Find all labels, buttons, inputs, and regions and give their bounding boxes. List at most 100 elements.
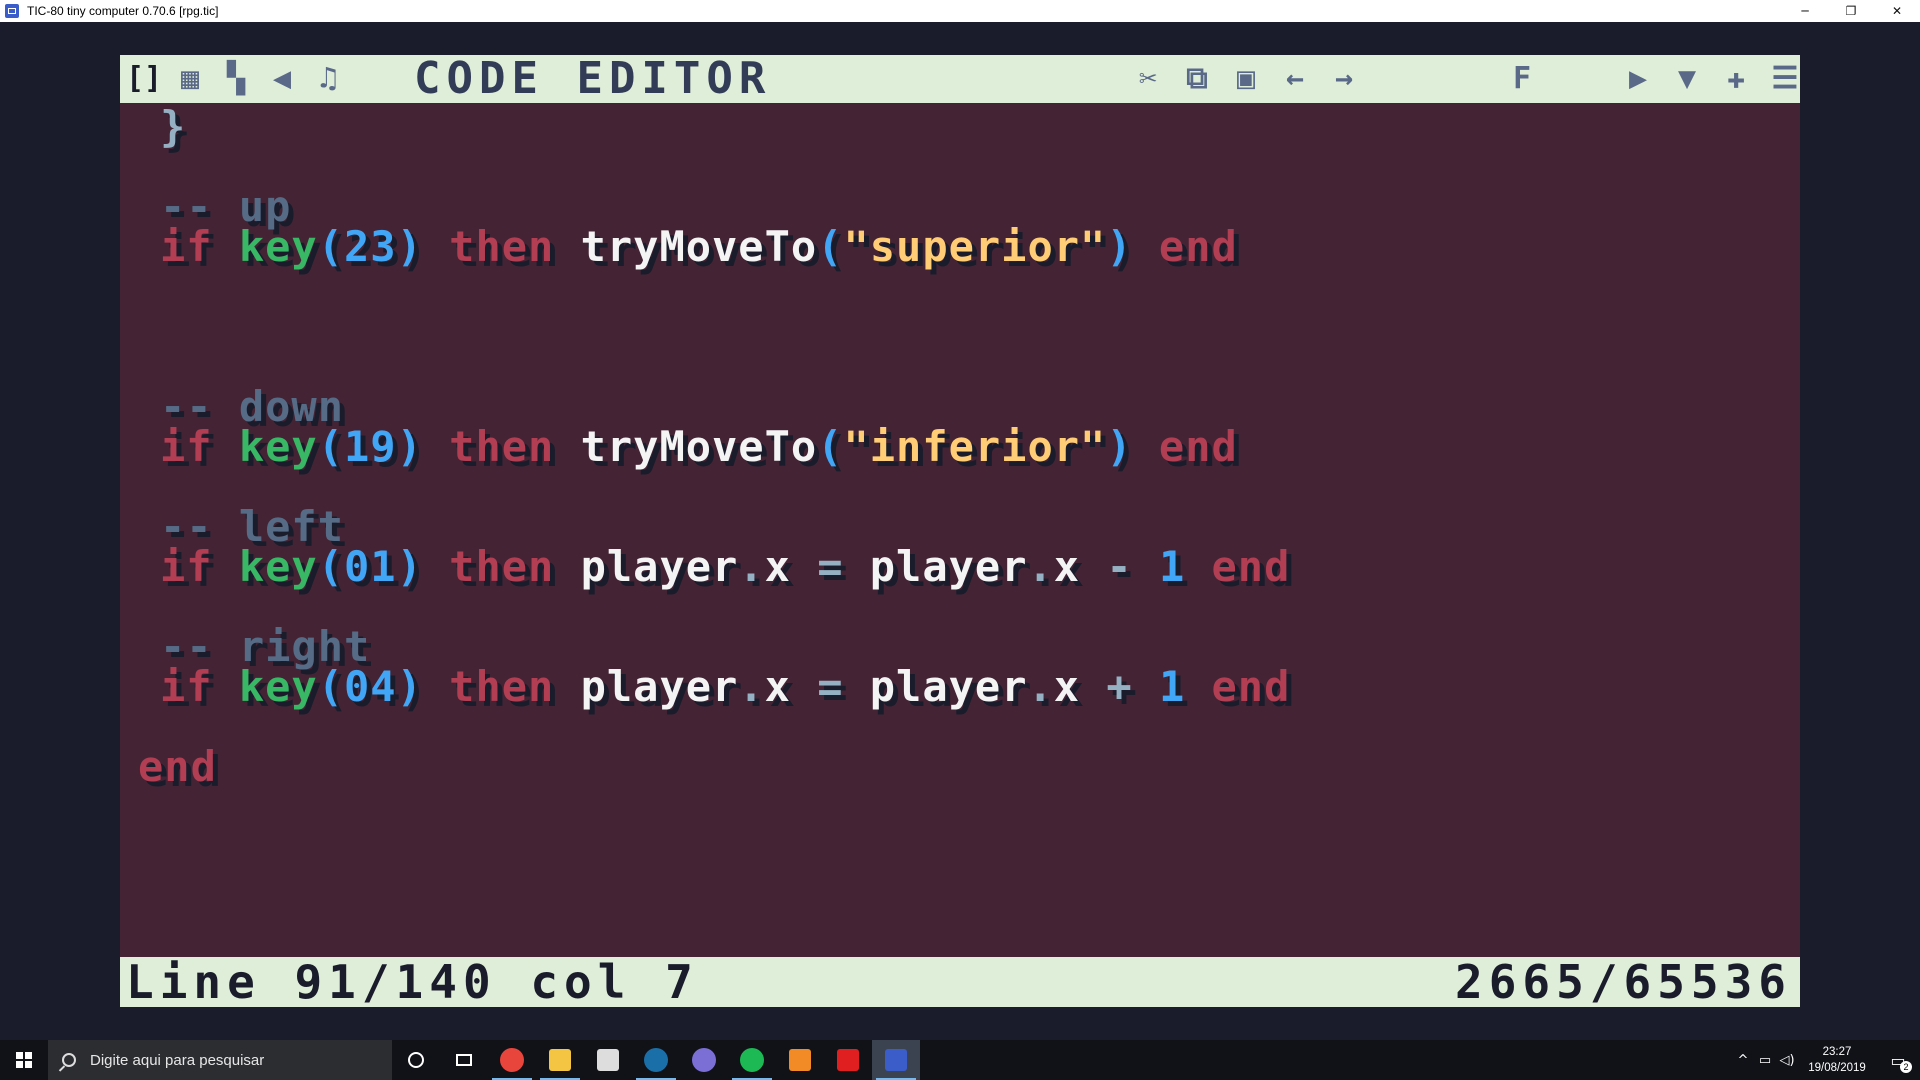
cursor-position: Line 91/140 col 7 xyxy=(126,955,699,1009)
code-token: then xyxy=(422,422,581,471)
code-token: player xyxy=(580,662,739,711)
sfx-editor-icon[interactable]: ◀ xyxy=(264,61,300,97)
code-editor-area[interactable]: } -- up if key(23) then tryMoveTo("superio… xyxy=(120,103,1800,957)
tic80-app-icon xyxy=(5,4,19,18)
window-title: TIC-80 tiny computer 0.70.6 [rpg.tic] xyxy=(27,4,219,18)
map-editor-icon[interactable]: ▚ xyxy=(218,61,254,97)
taskbar-clock[interactable]: 23:27 19/08/2019 xyxy=(1798,1040,1876,1080)
tic80-icon[interactable] xyxy=(872,1040,920,1080)
system-tray: ^ ▭ ◁) 23:27 19/08/2019 ▭ 2 xyxy=(1732,1040,1920,1080)
cortana-icon-glyph xyxy=(408,1052,424,1068)
taskbar-search[interactable]: Digite aqui para pesquisar xyxy=(48,1040,392,1080)
code-token: end xyxy=(1132,422,1238,471)
search-placeholder: Digite aqui para pesquisar xyxy=(90,1051,265,1069)
code-token: ( xyxy=(817,222,844,271)
cortana-icon[interactable] xyxy=(392,1040,440,1080)
code-token: "inferior" xyxy=(843,422,1107,471)
start-button[interactable] xyxy=(0,1040,48,1080)
code-token: } xyxy=(160,103,187,151)
restore-button[interactable]: ❐ xyxy=(1828,0,1874,22)
code-token: end xyxy=(138,742,217,791)
minimize-button[interactable]: ─ xyxy=(1782,0,1828,22)
code-token: end xyxy=(1185,662,1291,711)
code-token: (01) xyxy=(317,542,423,591)
sublime-icon-glyph xyxy=(789,1049,811,1071)
code-token: = xyxy=(817,662,870,711)
code-token: tryMoveTo xyxy=(580,422,818,471)
pinned-apps xyxy=(392,1040,920,1080)
close-button[interactable]: ✕ xyxy=(1874,0,1920,22)
paste-icon[interactable]: ▣ xyxy=(1228,61,1264,97)
code-token: key xyxy=(238,422,318,471)
undo-icon[interactable]: ← xyxy=(1277,61,1313,97)
code-token: - xyxy=(1106,542,1159,591)
code-line: if key(19) then tryMoveTo("inferior") en… xyxy=(160,423,1238,471)
code-line: } xyxy=(160,103,186,151)
volume-icon[interactable]: ◁) xyxy=(1776,1040,1798,1080)
code-editor-icon[interactable]: [] xyxy=(126,61,162,97)
bookmark-icon[interactable]: ▼ xyxy=(1669,61,1705,97)
notification-center-button[interactable]: ▭ 2 xyxy=(1876,1040,1920,1080)
code-token: x xyxy=(764,662,818,711)
code-token: = xyxy=(817,542,870,591)
run-icon[interactable]: ▶ xyxy=(1620,61,1656,97)
clock-date: 19/08/2019 xyxy=(1808,1062,1866,1074)
code-line: if key(04) then player.x = player.x + 1 … xyxy=(160,663,1290,711)
goto-icon[interactable]: ✚ xyxy=(1718,61,1754,97)
code-token: then xyxy=(422,662,581,711)
spotify-icon[interactable] xyxy=(728,1040,776,1080)
code-token: . xyxy=(738,542,765,591)
sprite-editor-icon[interactable]: ▦ xyxy=(172,61,208,97)
code-token: end xyxy=(1132,222,1238,271)
windows-taskbar: Digite aqui para pesquisar ^ ▭ ◁) 23:27 … xyxy=(0,1040,1920,1080)
code-token: ) xyxy=(1106,222,1133,271)
char-count: 2665/65536 xyxy=(1455,955,1792,1009)
cut-icon[interactable]: ✂ xyxy=(1130,61,1166,97)
acrobat-icon-glyph xyxy=(837,1049,859,1071)
code-token: key xyxy=(238,542,318,591)
code-token: x xyxy=(1053,662,1107,711)
find-icon[interactable]: F xyxy=(1504,61,1540,97)
chrome-icon-glyph xyxy=(500,1048,524,1072)
steam-icon[interactable] xyxy=(632,1040,680,1080)
code-token: (04) xyxy=(317,662,423,711)
copy-icon[interactable]: ⧉ xyxy=(1179,61,1215,97)
code-line: if key(23) then tryMoveTo("superior") en… xyxy=(160,223,1238,271)
code-token: then xyxy=(422,222,581,271)
code-line: end xyxy=(138,743,217,791)
task-view-icon[interactable] xyxy=(440,1040,488,1080)
code-token: key xyxy=(238,222,318,271)
search-icon xyxy=(62,1053,76,1067)
redo-icon[interactable]: → xyxy=(1326,61,1362,97)
file-explorer-icon[interactable] xyxy=(536,1040,584,1080)
music-editor-icon[interactable]: ♫ xyxy=(310,61,346,97)
chrome-icon[interactable] xyxy=(488,1040,536,1080)
torrent-icon[interactable] xyxy=(680,1040,728,1080)
code-token: if xyxy=(160,222,239,271)
navigation-actions: ▶ ▼ ✚ ☰ xyxy=(1620,61,1803,97)
editor-mode-tabs: [] ▦ ▚ ◀ ♫ xyxy=(126,61,346,97)
code-token: then xyxy=(422,542,581,591)
code-line: if key(01) then player.x = player.x - 1 … xyxy=(160,543,1290,591)
clock-time: 23:27 xyxy=(1822,1046,1852,1058)
spotify-icon-glyph xyxy=(740,1048,764,1072)
code-token: if xyxy=(160,662,239,711)
network-icon[interactable]: ▭ xyxy=(1754,1040,1776,1080)
chevron-up-icon[interactable]: ^ xyxy=(1732,1040,1754,1080)
code-token: ( xyxy=(817,422,844,471)
code-token: x xyxy=(1053,542,1107,591)
window-controls: ─ ❐ ✕ xyxy=(1782,0,1920,22)
code-token: x xyxy=(764,542,818,591)
mail-icon-glyph xyxy=(597,1049,619,1071)
mail-icon[interactable] xyxy=(584,1040,632,1080)
window-titlebar[interactable]: TIC-80 tiny computer 0.70.6 [rpg.tic] ─ … xyxy=(0,0,1920,22)
acrobat-icon[interactable] xyxy=(824,1040,872,1080)
code-token: if xyxy=(160,422,239,471)
task-view-icon-glyph xyxy=(456,1054,472,1066)
outline-icon[interactable]: ☰ xyxy=(1767,61,1803,97)
editor-toolbar: [] ▦ ▚ ◀ ♫ CODE EDITOR ✂ ⧉ ▣ ← → F ▶ ▼ ✚ ☰ xyxy=(120,55,1800,103)
code-token: (23) xyxy=(317,222,423,271)
code-token: . xyxy=(738,662,765,711)
code-token: ) xyxy=(1106,422,1133,471)
sublime-icon[interactable] xyxy=(776,1040,824,1080)
